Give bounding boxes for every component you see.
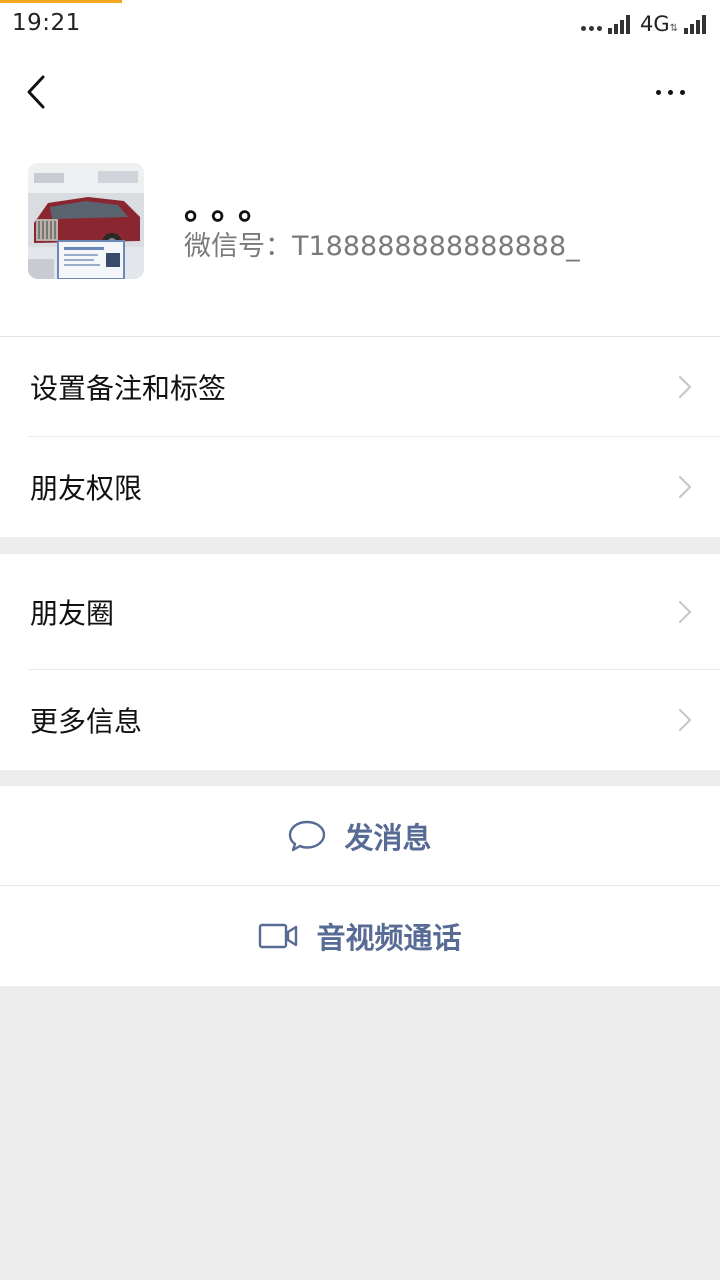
more-horizontal-icon <box>655 89 685 95</box>
chat-bubble-icon <box>289 820 326 852</box>
navigation-bar <box>0 48 720 136</box>
moments-item[interactable]: 朋友圈 <box>0 554 720 670</box>
status-bar: 19:21 4G ⇅ <box>0 0 720 48</box>
more-info-item[interactable]: 更多信息 <box>0 670 720 770</box>
signal-strength-icon-2 <box>684 15 706 34</box>
wechat-id: 微信号：T188888888888888_ <box>184 231 580 262</box>
video-call-label: 音视频通话 <box>316 921 462 955</box>
more-options-button[interactable] <box>646 68 694 116</box>
remarks-and-tags-item[interactable]: 设置备注和标签 <box>0 337 720 437</box>
signal-strength-icon <box>607 15 630 34</box>
actions-group: 发消息 音视频通话 <box>0 786 720 986</box>
friend-permissions-item[interactable]: 朋友权限 <box>0 437 720 537</box>
info-group: 朋友圈 更多信息 <box>0 554 720 770</box>
video-camera-icon <box>259 923 298 949</box>
chevron-right-icon <box>678 475 692 499</box>
chevron-right-icon <box>678 375 692 399</box>
data-arrows-icon: ⇅ <box>669 22 678 34</box>
status-dots-icon <box>580 25 602 31</box>
send-message-button[interactable]: 发消息 <box>0 786 720 886</box>
contact-profile-page: 19:21 4G ⇅ 。。。 微信号：T188888888888888_ 设置备… <box>0 0 720 1280</box>
settings-group: 设置备注和标签 朋友权限 <box>0 337 720 537</box>
contact-nickname: 。。。 <box>184 188 282 228</box>
moments-label: 朋友圈 <box>30 597 115 630</box>
car-photo-avatar <box>28 163 144 279</box>
status-time: 19:21 <box>12 10 81 36</box>
chevron-right-icon <box>678 708 692 732</box>
friend-permissions-label: 朋友权限 <box>30 472 143 505</box>
send-message-label: 发消息 <box>344 821 432 855</box>
loading-progress-line <box>0 0 122 3</box>
avatar[interactable] <box>28 163 144 279</box>
remarks-and-tags-label: 设置备注和标签 <box>30 372 227 405</box>
chevron-right-icon <box>678 600 692 624</box>
status-indicators: 4G ⇅ <box>580 10 710 38</box>
network-type: 4G <box>639 12 670 36</box>
chevron-left-icon <box>27 75 45 109</box>
back-button[interactable] <box>14 68 58 116</box>
more-info-label: 更多信息 <box>30 705 143 738</box>
profile-header: 。。。 微信号：T188888888888888_ <box>0 136 720 337</box>
video-call-button[interactable]: 音视频通话 <box>0 886 720 986</box>
